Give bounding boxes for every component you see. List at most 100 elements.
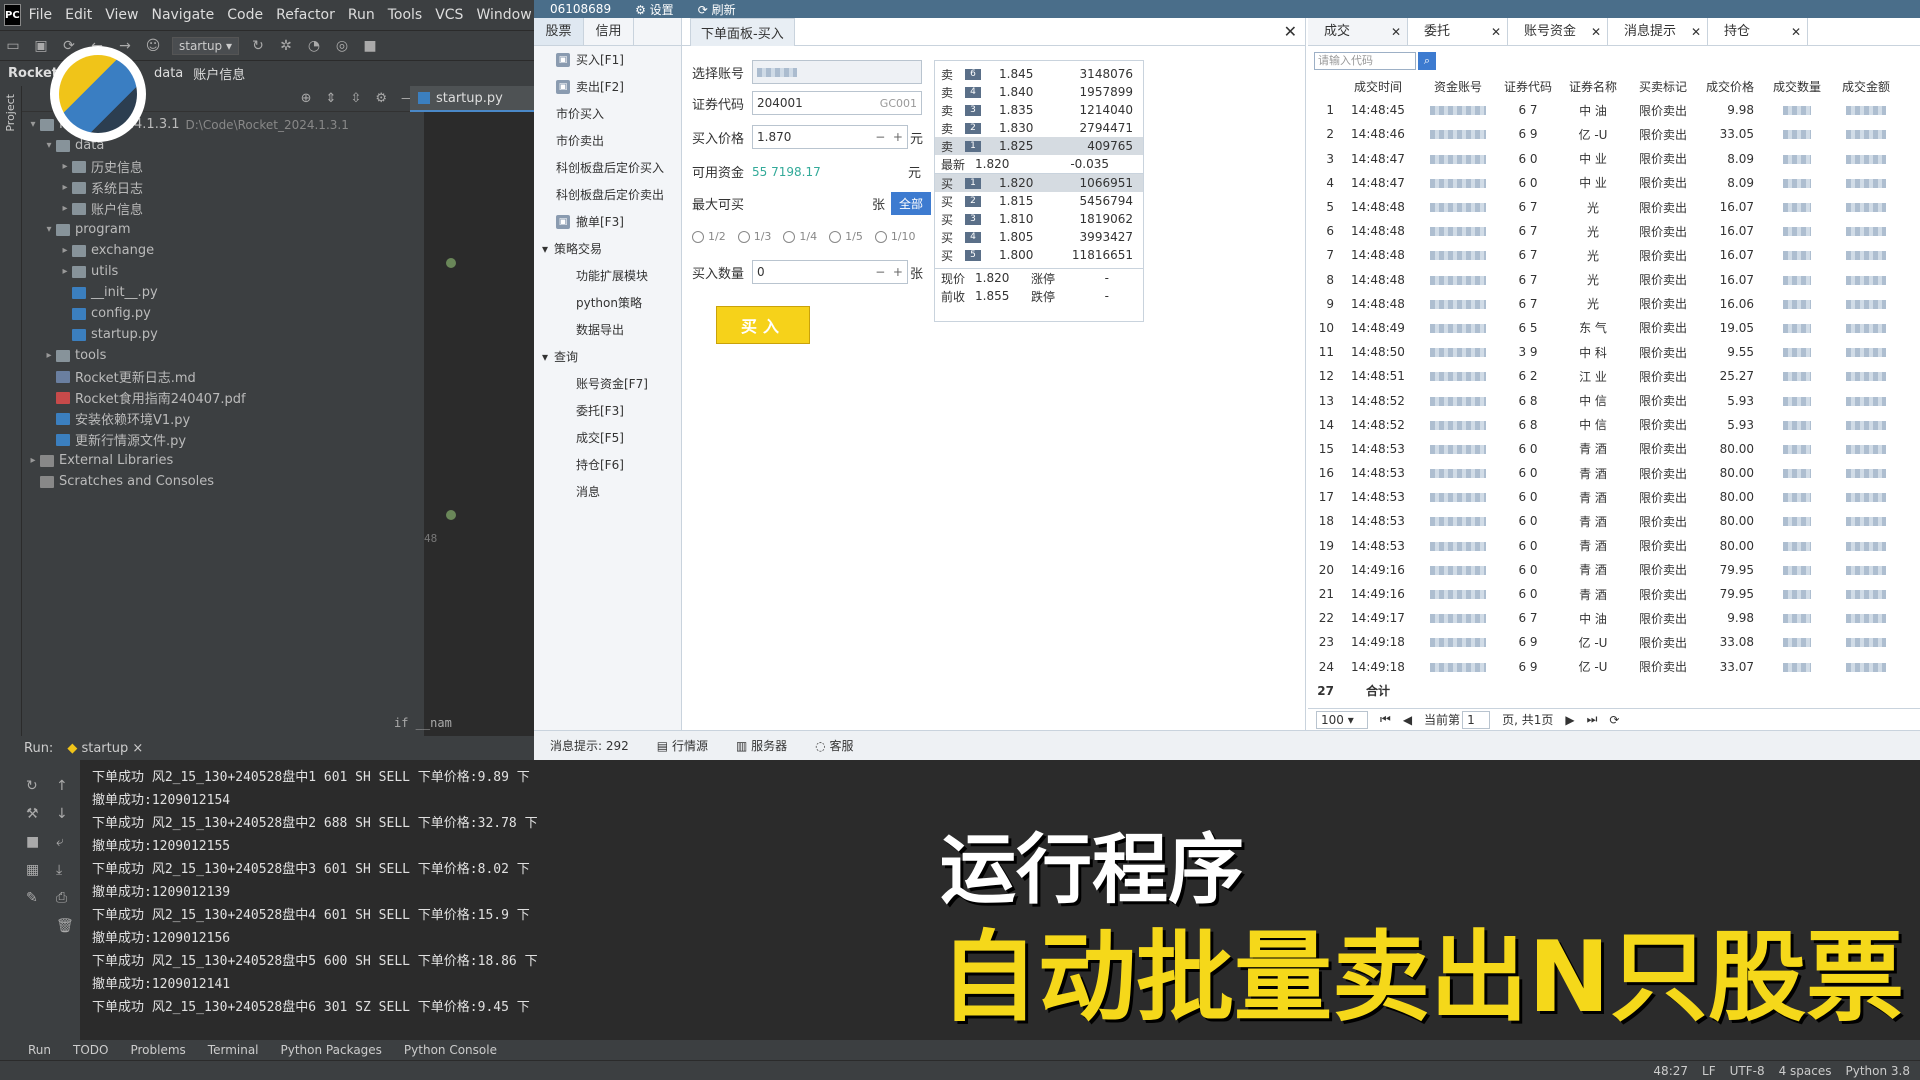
nav-item[interactable]: ▣ 买入[F1] <box>534 46 681 73</box>
print-icon[interactable]: ⎙ <box>56 884 74 912</box>
table-row[interactable]: 2 14:48:46 6 9 亿 -U 限价卖出 33.05 <box>1308 122 1920 146</box>
tab-credit[interactable]: 信用 <box>584 18 634 45</box>
status-item[interactable]: 4 spaces <box>1779 1064 1832 1078</box>
tree-item[interactable]: ▸ 系统日志 <box>22 177 424 198</box>
nav-item[interactable]: 功能扩展模块 <box>534 262 681 289</box>
collapse-all-icon[interactable]: ⇳ <box>350 91 361 106</box>
price-input[interactable]: 1.870− + <box>752 125 908 149</box>
table-row[interactable]: 3 14:48:47 6 0 中 业 限价卖出 8.09 <box>1308 147 1920 171</box>
status-item[interactable]: UTF-8 <box>1730 1064 1765 1078</box>
rerun-icon[interactable]: ↻ <box>249 38 267 54</box>
stop-icon[interactable]: ■ <box>361 38 379 54</box>
menu-vcs[interactable]: VCS <box>435 7 463 23</box>
menu-file[interactable]: File <box>29 7 52 23</box>
server-button[interactable]: ▥ 服务器 <box>736 737 787 754</box>
table-row[interactable]: 17 14:48:53 6 0 青 酒 限价卖出 80.00 <box>1308 485 1920 509</box>
rerun-icon[interactable]: ↻ <box>26 772 39 800</box>
table-row[interactable]: 15 14:48:53 6 0 青 酒 限价卖出 80.00 <box>1308 437 1920 461</box>
profile-icon[interactable]: ◎ <box>333 38 351 54</box>
fraction-radio[interactable]: 1/5 <box>829 230 863 243</box>
code-input[interactable]: 204001 GC001 <box>752 91 922 115</box>
tree-item[interactable]: startup.py <box>22 324 424 345</box>
locate-icon[interactable]: ⊕ <box>301 91 312 106</box>
collapse-arrow-icon[interactable]: ▾ <box>542 350 548 364</box>
down-icon[interactable]: ↓ <box>56 800 74 828</box>
nav-item[interactable]: ▣ 卖出[F2] <box>534 73 681 100</box>
wrap-icon[interactable]: ⤶ <box>56 828 74 856</box>
run-tab-startup[interactable]: ◆ startup × <box>67 741 143 756</box>
tree-item[interactable]: ▸ utils <box>22 261 424 282</box>
menu-edit[interactable]: Edit <box>65 7 92 23</box>
tool-tab[interactable]: Python Packages <box>281 1043 382 1057</box>
nav-item[interactable]: 市价买入 <box>534 100 681 127</box>
tool-tab[interactable]: TODO <box>73 1043 108 1057</box>
fraction-radio[interactable]: 1/3 <box>737 230 771 243</box>
editor-tab-startup[interactable]: startup.py <box>410 86 534 112</box>
table-row[interactable]: 20 14:49:16 6 0 青 酒 限价卖出 79.95 <box>1308 558 1920 582</box>
wrench-icon[interactable]: ⚒ <box>26 800 39 828</box>
tree-item[interactable]: Scratches and Consoles <box>22 471 424 492</box>
table-row[interactable]: 4 14:48:47 6 0 中 业 限价卖出 8.09 <box>1308 171 1920 195</box>
prev-page-icon[interactable]: ◀ <box>1403 713 1412 727</box>
column-header[interactable]: 成交金额 <box>1832 78 1900 95</box>
menu-tools[interactable]: Tools <box>388 7 423 23</box>
up-icon[interactable]: ↑ <box>56 772 74 800</box>
tree-arrow-icon[interactable]: ▾ <box>42 140 56 151</box>
status-item[interactable]: LF <box>1702 1064 1716 1078</box>
tree-arrow-icon[interactable]: ▾ <box>26 119 40 130</box>
column-header[interactable]: 证券名称 <box>1558 78 1628 95</box>
save-icon[interactable]: ▣ <box>32 38 50 54</box>
tool-tab[interactable]: Run <box>28 1043 51 1057</box>
collapse-arrow-icon[interactable]: ▾ <box>542 242 548 256</box>
table-row[interactable]: 24 14:49:18 6 9 亿 -U 限价卖出 33.07 <box>1308 655 1920 679</box>
breakpoint-icon[interactable] <box>446 510 456 520</box>
close-icon[interactable]: ✕ <box>1591 18 1601 46</box>
pin-icon[interactable]: ✎ <box>26 884 39 912</box>
tree-arrow-icon[interactable]: ▾ <box>42 224 56 235</box>
quote-source-button[interactable]: ▤ 行情源 <box>657 737 708 754</box>
tab-0[interactable]: 成交 ✕ <box>1308 18 1408 45</box>
tree-item[interactable]: ▸ tools <box>22 345 424 366</box>
tab-1[interactable]: 委托 ✕ <box>1408 18 1508 45</box>
nav-item[interactable]: ▣ 撤单[F3] <box>534 208 681 235</box>
table-row[interactable]: 22 14:49:17 6 7 中 油 限价卖出 9.98 <box>1308 606 1920 630</box>
user-icon[interactable]: ☺ <box>144 38 162 54</box>
reload-icon[interactable]: ⟳ <box>1609 713 1619 727</box>
table-row[interactable]: 5 14:48:48 6 7 光 限价卖出 16.07 <box>1308 195 1920 219</box>
tool-tab[interactable]: Python Console <box>404 1043 497 1057</box>
tab-stock[interactable]: 股票 <box>534 18 584 45</box>
nav-item[interactable]: ▾ 查询 <box>534 343 681 370</box>
column-header[interactable]: 证券代码 <box>1498 78 1558 95</box>
tree-arrow-icon[interactable]: ▸ <box>58 245 72 256</box>
code-search-input[interactable]: 请输入代码 <box>1314 52 1416 70</box>
expand-all-icon[interactable]: ⇕ <box>326 91 337 106</box>
qty-input[interactable]: 0− + <box>752 260 908 284</box>
status-item[interactable]: 48:27 <box>1653 1064 1688 1078</box>
layout-icon[interactable]: ▦ <box>26 856 39 884</box>
nav-item[interactable]: 数据导出 <box>534 316 681 343</box>
column-header[interactable]: 资金账号 <box>1418 78 1498 95</box>
page-input[interactable]: 1 <box>1462 710 1491 729</box>
nav-item[interactable]: 市价卖出 <box>534 127 681 154</box>
tree-item[interactable]: Rocket食用指南240407.pdf <box>22 387 424 408</box>
tree-item[interactable]: ▸ 历史信息 <box>22 156 424 177</box>
tree-arrow-icon[interactable]: ▸ <box>58 266 72 277</box>
account-select[interactable] <box>752 60 922 84</box>
all-button[interactable]: 全部 <box>891 192 932 215</box>
search-icon[interactable]: ⌕ <box>1418 52 1436 70</box>
tree-arrow-icon[interactable]: ▸ <box>58 182 72 193</box>
tree-item[interactable]: config.py <box>22 303 424 324</box>
page-size-select[interactable]: 100 ▾ <box>1316 710 1368 729</box>
tree-item[interactable]: ▸ External Libraries <box>22 450 424 471</box>
table-row[interactable]: 7 14:48:48 6 7 光 限价卖出 16.07 <box>1308 243 1920 267</box>
nav-item[interactable]: 持仓[F6] <box>534 451 681 478</box>
tree-item[interactable]: ▸ 账户信息 <box>22 198 424 219</box>
tree-arrow-icon[interactable]: ▸ <box>58 161 72 172</box>
refresh-button[interactable]: ⟳ 刷新 <box>698 1 736 18</box>
breadcrumb-folder[interactable]: 账户信息 <box>193 64 245 83</box>
tab-2[interactable]: 账号资金 ✕ <box>1508 18 1608 45</box>
next-page-icon[interactable]: ▶ <box>1565 713 1574 727</box>
nav-item[interactable]: 账号资金[F7] <box>534 370 681 397</box>
table-row[interactable]: 14 14:48:52 6 8 中 信 限价卖出 5.93 <box>1308 413 1920 437</box>
tree-item[interactable]: 安装依赖环境V1.py <box>22 408 424 429</box>
